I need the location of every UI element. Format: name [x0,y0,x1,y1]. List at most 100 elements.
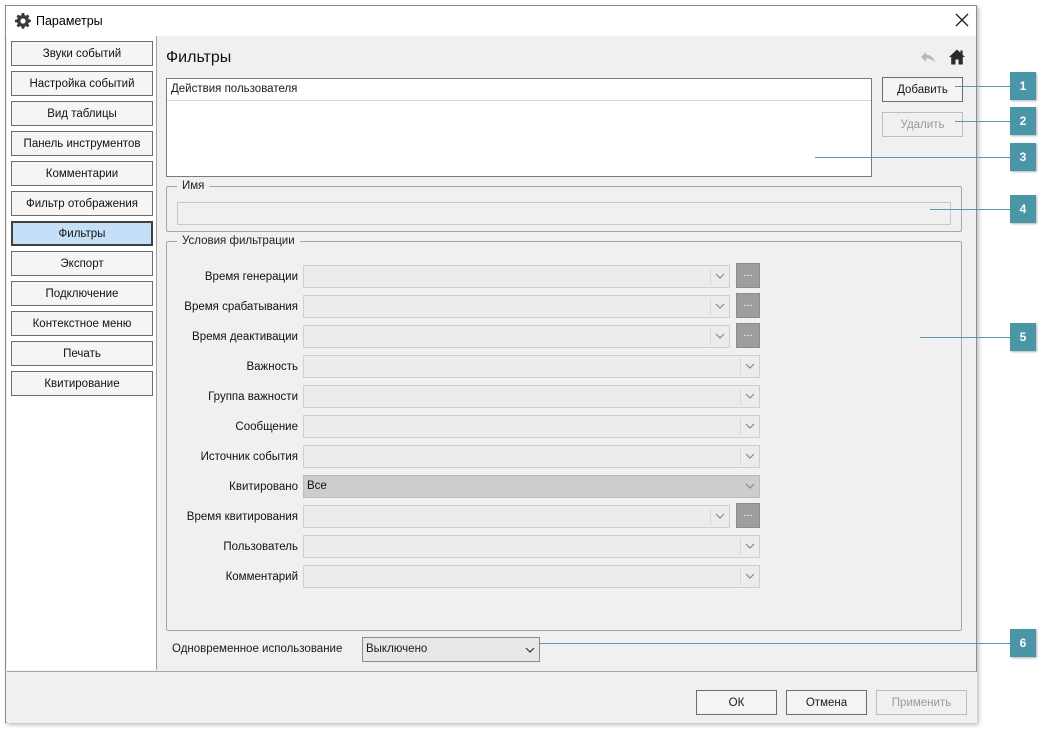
callout-badge-3: 3 [1010,143,1036,171]
acknowledgement-time-ellipsis-button[interactable]: ... [736,503,760,528]
sidebar-item-label: Фильтры [58,227,106,240]
sidebar-item-display-filter[interactable]: Фильтр отображения [11,191,153,216]
sidebar-item-label: Звуки событий [42,47,122,60]
concurrent-use-value: Выключено [366,643,428,655]
ok-button[interactable]: ОК [696,690,777,715]
sidebar-item-table-view[interactable]: Вид таблицы [11,101,153,126]
add-filter-button[interactable]: Добавить [882,77,963,102]
callout-line-1 [955,86,1010,87]
callout-badge-6: 6 [1010,629,1036,657]
deactivation-time-combo[interactable] [303,325,730,348]
ellipsis-label: ... [743,267,753,279]
callout-badge-1: 1 [1010,72,1036,100]
comment-combo[interactable] [303,565,760,588]
sidebar-item-print[interactable]: Печать [11,341,153,366]
combo-divider [740,538,741,555]
callout-line-6 [540,643,1010,644]
combo-divider [710,298,711,315]
combo-divider [710,328,711,345]
chevron-down-icon [745,423,755,429]
generation-time-combo[interactable] [303,265,730,288]
filter-name-input[interactable] [177,202,951,225]
callout-badge-4: 4 [1010,195,1036,223]
sidebar-item-label: Квитирование [44,377,120,390]
ellipsis-label: ... [743,507,753,519]
callout-line-3 [815,157,1010,158]
cancel-label: Отмена [805,696,848,709]
sidebar-item-export[interactable]: Экспорт [11,251,153,276]
chevron-down-icon [745,393,755,399]
sidebar-item-label: Контекстное меню [32,317,132,330]
condition-label-message: Сообщение [235,421,298,433]
sidebar-item-label: Печать [63,347,101,360]
combo-divider [740,388,741,405]
sidebar-item-comments[interactable]: Комментарии [11,161,153,186]
sidebar-item-label: Фильтр отображения [26,197,138,210]
acknowledgement-time-combo[interactable] [303,505,730,528]
sidebar-item-event-settings[interactable]: Настройка событий [11,71,153,96]
combo-value: Все [307,480,327,492]
settings-window: Параметры Звуки событий Настройка событи… [5,5,977,723]
sidebar-item-filters[interactable]: Фильтры [11,221,153,246]
content-panel: Фильтры Действия пользователя Добавить У… [158,36,976,670]
concurrent-use-label: Одновременное использование [172,643,343,655]
condition-label-trigger-time: Время срабатывания [184,301,298,313]
sidebar-item-acknowledgement[interactable]: Квитирование [11,371,153,396]
combo-divider [740,418,741,435]
chevron-down-icon [715,333,725,339]
filter-list[interactable]: Действия пользователя [166,78,872,177]
callout-badge-5: 5 [1010,323,1036,351]
sidebar-item-label: Вид таблицы [47,107,117,120]
combo-divider [740,358,741,375]
combo-divider [740,448,741,465]
sidebar-item-toolbar[interactable]: Панель инструментов [11,131,153,156]
sidebar-item-context-menu[interactable]: Контекстное меню [11,311,153,336]
sidebar-item-label: Панель инструментов [23,137,141,150]
ellipsis-label: ... [743,327,753,339]
delete-filter-label: Удалить [900,118,945,131]
cancel-button[interactable]: Отмена [786,690,867,715]
chevron-down-icon [745,573,755,579]
filter-list-item[interactable]: Действия пользователя [167,79,871,101]
dialog-footer: ОК Отмена Применить [7,671,977,723]
event-source-combo[interactable] [303,445,760,468]
condition-label-deactivation-time: Время деактивации [192,331,298,343]
ok-label: ОК [728,696,745,709]
chevron-down-icon [715,273,725,279]
sidebar-item-connection[interactable]: Подключение [11,281,153,306]
trigger-time-ellipsis-button[interactable]: ... [736,293,760,318]
chevron-down-icon [715,303,725,309]
close-icon[interactable] [954,12,970,28]
chevron-down-icon [715,513,725,519]
apply-label: Применить [891,696,952,709]
condition-label-user: Пользователь [223,541,298,553]
delete-filter-button[interactable]: Удалить [882,112,963,137]
trigger-time-combo[interactable] [303,295,730,318]
message-combo[interactable] [303,415,760,438]
callout-line-5 [920,337,1010,338]
chevron-down-icon [745,543,755,549]
sidebar-item-label: Экспорт [60,257,104,270]
chevron-down-icon [745,363,755,369]
combo-divider [710,268,711,285]
home-icon[interactable] [948,48,966,66]
sidebar-item-event-sounds[interactable]: Звуки событий [11,41,153,66]
chevron-down-icon [525,647,535,653]
combo-divider [740,568,741,585]
title-bar: Параметры [6,6,976,36]
chevron-down-icon [745,483,755,489]
apply-button[interactable]: Применить [876,690,967,715]
combo-divider [710,508,711,525]
deactivation-time-ellipsis-button[interactable]: ... [736,323,760,348]
severity-combo[interactable] [303,355,760,378]
user-combo[interactable] [303,535,760,558]
callout-line-2 [955,121,1010,122]
condition-label-acknowledged: Квитировано [229,481,298,493]
severity-group-combo[interactable] [303,385,760,408]
generation-time-ellipsis-button[interactable]: ... [736,263,760,288]
acknowledged-combo[interactable]: Все [303,475,760,498]
condition-label-severity-group: Группа важности [208,391,298,403]
sidebar-item-label: Настройка событий [29,77,135,90]
gear-icon [15,13,31,29]
concurrent-use-select[interactable]: Выключено [362,637,540,662]
